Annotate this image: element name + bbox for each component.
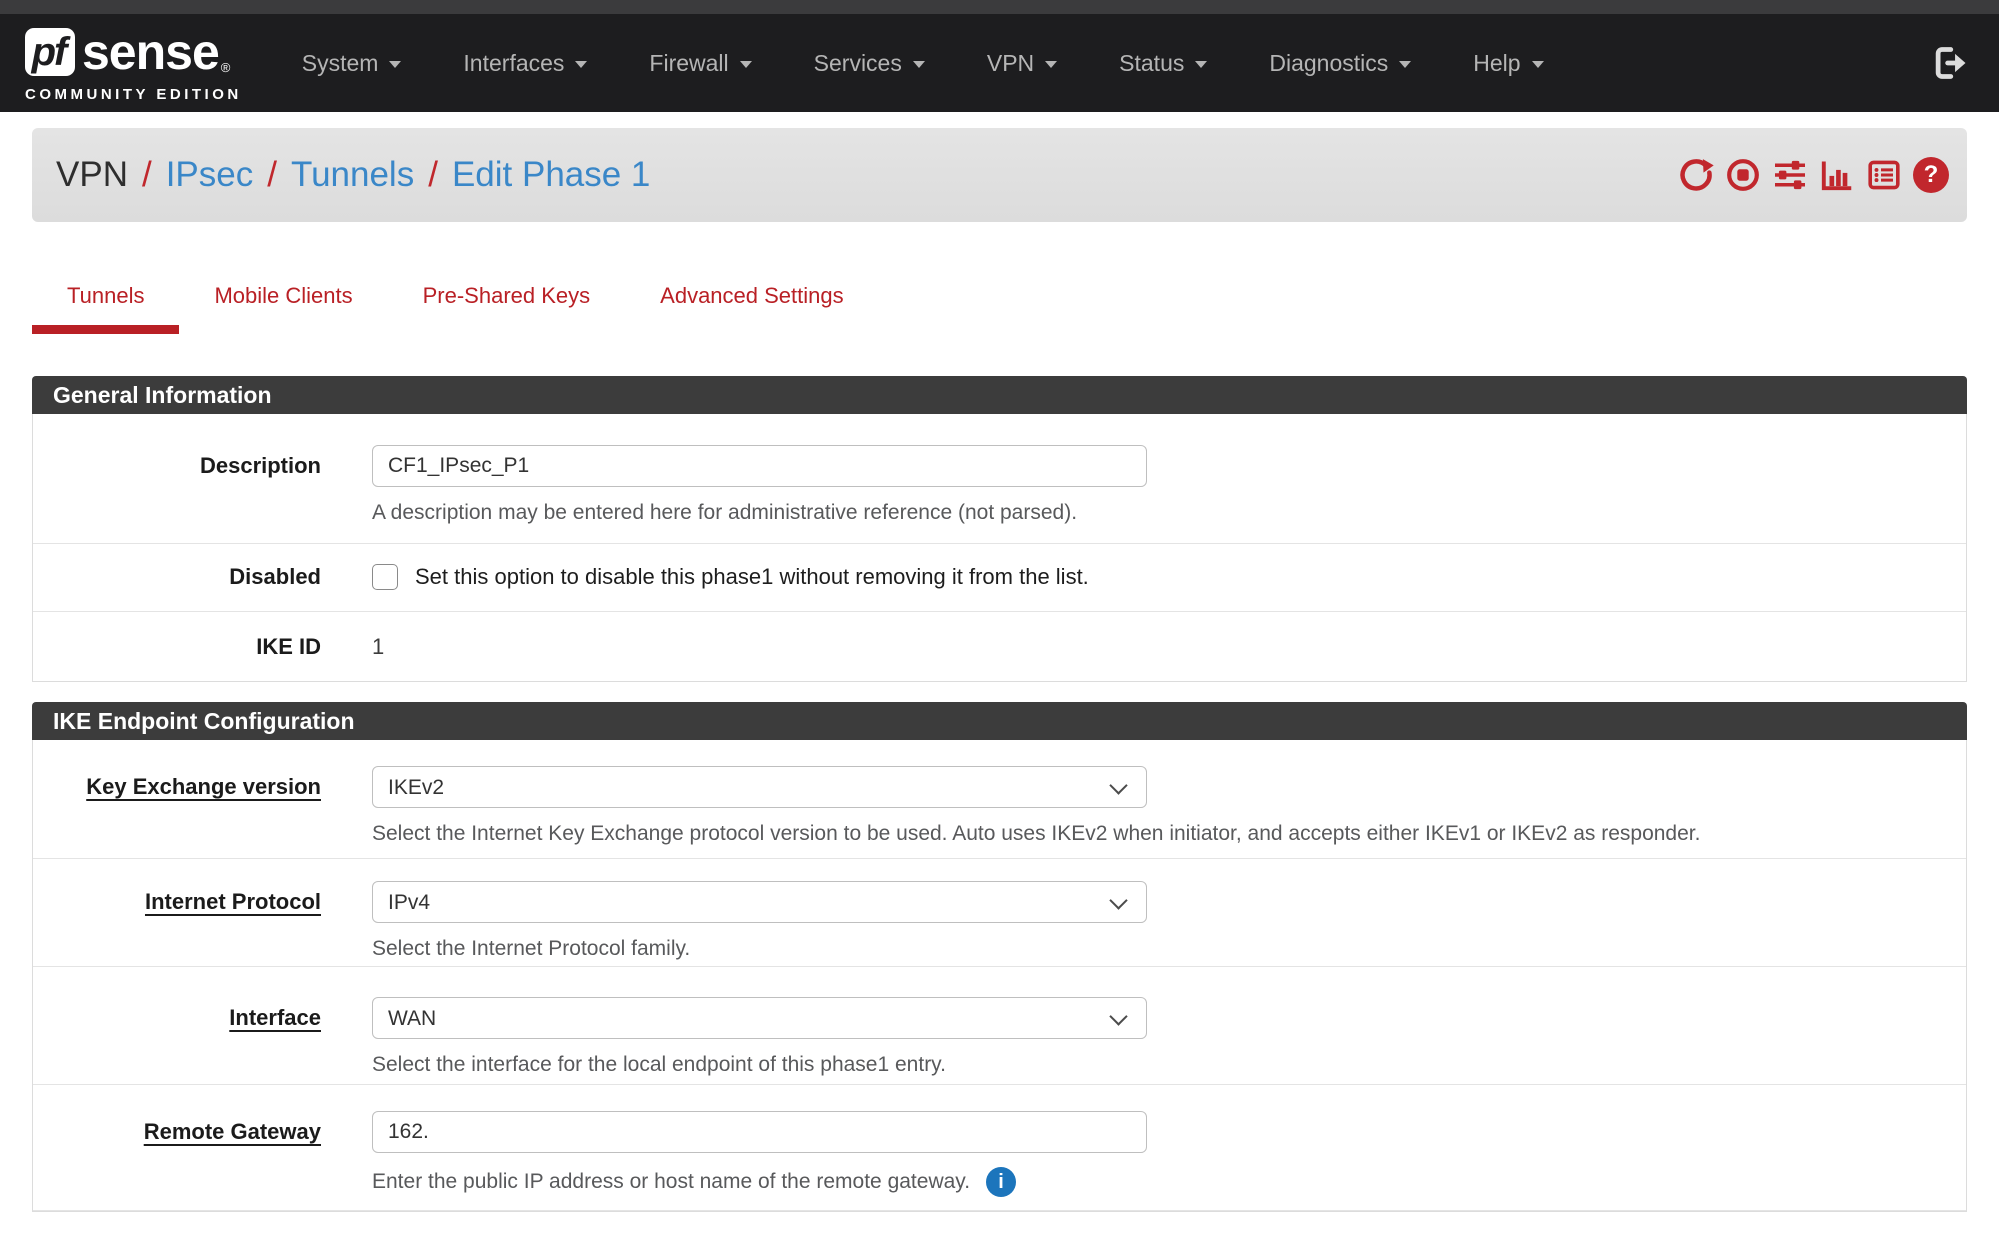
- internet-protocol-row: Internet Protocol IPv4 Select the Intern…: [33, 859, 1966, 967]
- nav-item-label: Services: [814, 50, 902, 77]
- refresh-icon[interactable]: [1678, 157, 1714, 193]
- nav-item-system[interactable]: System: [302, 50, 402, 77]
- description-input[interactable]: [372, 445, 1147, 487]
- info-glyph: i: [998, 1171, 1004, 1194]
- ike-endpoint-section: IKE Endpoint Configuration Key Exchange …: [32, 702, 1967, 1212]
- tab-mobile-clients[interactable]: Mobile Clients: [179, 269, 387, 334]
- tab-bar: Tunnels Mobile Clients Pre-Shared Keys A…: [32, 269, 1967, 334]
- list-icon[interactable]: [1866, 157, 1902, 193]
- breadcrumb-root: VPN: [56, 155, 128, 195]
- page-action-icons: ?: [1678, 157, 1949, 193]
- tab-tunnels[interactable]: Tunnels: [32, 269, 179, 334]
- nav-item-interfaces[interactable]: Interfaces: [463, 50, 587, 77]
- disabled-row: Disabled Set this option to disable this…: [33, 544, 1966, 612]
- pfsense-logo[interactable]: pf sense ® COMMUNITY EDITION: [25, 23, 242, 103]
- interface-label[interactable]: Interface: [33, 997, 321, 1077]
- caret-down-icon: [913, 61, 925, 68]
- breadcrumb-link-tunnels[interactable]: Tunnels: [291, 155, 414, 195]
- nav-menu: System Interfaces Firewall Services VPN …: [302, 50, 1544, 77]
- nav-item-vpn[interactable]: VPN: [987, 50, 1057, 77]
- description-help: A description may be entered here for ad…: [372, 501, 1966, 525]
- caret-down-icon: [740, 61, 752, 68]
- ike-id-row: IKE ID 1: [33, 612, 1966, 681]
- key-exchange-select[interactable]: IKEv2: [372, 766, 1147, 808]
- internet-protocol-help: Select the Internet Protocol family.: [372, 937, 1966, 961]
- interface-row: Interface WAN Select the interface for t…: [33, 967, 1966, 1085]
- sign-out-button[interactable]: [1931, 44, 1969, 82]
- key-exchange-help: Select the Internet Key Exchange protoco…: [372, 822, 1966, 846]
- caret-down-icon: [1195, 61, 1207, 68]
- remote-gateway-help: Enter the public IP address or host name…: [372, 1170, 970, 1194]
- pf-logo-box: pf: [25, 28, 75, 76]
- section-title: General Information: [32, 376, 1967, 414]
- logo-pf-text: pf: [32, 30, 69, 75]
- interface-select[interactable]: WAN: [372, 997, 1147, 1039]
- nav-item-label: Diagnostics: [1269, 50, 1388, 77]
- sign-out-icon: [1931, 44, 1969, 82]
- help-icon[interactable]: ?: [1913, 157, 1949, 193]
- disabled-checkbox[interactable]: [372, 564, 398, 590]
- logo-brand-text: sense: [82, 23, 219, 81]
- stop-icon[interactable]: [1725, 157, 1761, 193]
- general-information-section: General Information Description A descri…: [32, 376, 1967, 682]
- breadcrumb-separator: /: [428, 155, 438, 195]
- caret-down-icon: [1045, 61, 1057, 68]
- caret-down-icon: [1532, 61, 1544, 68]
- sliders-icon[interactable]: [1772, 157, 1808, 193]
- breadcrumb: VPN / IPsec / Tunnels / Edit Phase 1: [56, 155, 650, 195]
- remote-gateway-label[interactable]: Remote Gateway: [33, 1111, 321, 1197]
- section-title: IKE Endpoint Configuration: [32, 702, 1967, 740]
- caret-down-icon: [1399, 61, 1411, 68]
- nav-item-diagnostics[interactable]: Diagnostics: [1269, 50, 1411, 77]
- caret-down-icon: [575, 61, 587, 68]
- key-exchange-label[interactable]: Key Exchange version: [33, 766, 321, 846]
- internet-protocol-label[interactable]: Internet Protocol: [33, 881, 321, 961]
- breadcrumb-link-ipsec[interactable]: IPsec: [166, 155, 254, 195]
- caret-down-icon: [389, 61, 401, 68]
- bar-chart-icon[interactable]: [1819, 157, 1855, 193]
- nav-item-label: VPN: [987, 50, 1034, 77]
- nav-item-status[interactable]: Status: [1119, 50, 1207, 77]
- key-exchange-row: Key Exchange version IKEv2 Select the In…: [33, 740, 1966, 859]
- breadcrumb-bar: VPN / IPsec / Tunnels / Edit Phase 1: [32, 128, 1967, 222]
- breadcrumb-separator: /: [267, 155, 277, 195]
- navbar: pf sense ® COMMUNITY EDITION System Inte…: [0, 14, 1999, 112]
- ike-id-label: IKE ID: [33, 634, 321, 660]
- info-icon[interactable]: i: [986, 1167, 1016, 1197]
- nav-item-help[interactable]: Help: [1473, 50, 1543, 77]
- breadcrumb-link-edit-phase-1[interactable]: Edit Phase 1: [452, 155, 650, 195]
- nav-item-firewall[interactable]: Firewall: [649, 50, 751, 77]
- breadcrumb-separator: /: [142, 155, 152, 195]
- interface-help: Select the interface for the local endpo…: [372, 1053, 1966, 1077]
- description-row: Description A description may be entered…: [33, 414, 1966, 544]
- remote-gateway-row: Remote Gateway Enter the public IP addre…: [33, 1085, 1966, 1211]
- ike-id-value: 1: [372, 634, 1966, 660]
- internet-protocol-select[interactable]: IPv4: [372, 881, 1147, 923]
- nav-item-label: System: [302, 50, 379, 77]
- nav-item-services[interactable]: Services: [814, 50, 925, 77]
- disabled-label: Disabled: [33, 564, 321, 590]
- description-label: Description: [33, 445, 321, 525]
- remote-gateway-input[interactable]: [372, 1111, 1147, 1153]
- nav-item-label: Interfaces: [463, 50, 564, 77]
- tab-pre-shared-keys[interactable]: Pre-Shared Keys: [388, 269, 626, 334]
- tab-advanced-settings[interactable]: Advanced Settings: [625, 269, 878, 334]
- logo-edition-text: COMMUNITY EDITION: [25, 86, 242, 103]
- nav-item-label: Firewall: [649, 50, 728, 77]
- nav-item-label: Status: [1119, 50, 1184, 77]
- top-strip: [0, 0, 1999, 14]
- registered-mark: ®: [221, 60, 231, 75]
- nav-item-label: Help: [1473, 50, 1520, 77]
- disabled-checkbox-label: Set this option to disable this phase1 w…: [415, 564, 1089, 590]
- help-glyph: ?: [1924, 161, 1939, 189]
